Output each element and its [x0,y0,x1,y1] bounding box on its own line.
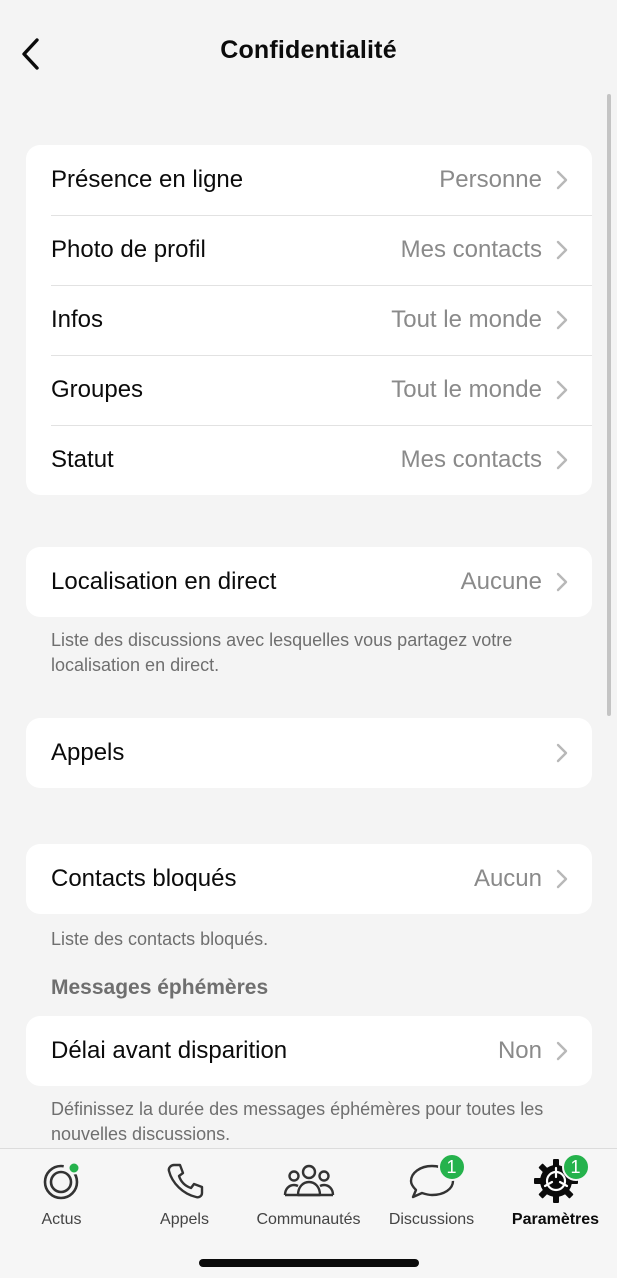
chevron-right-icon [556,310,568,330]
row-about[interactable]: Infos Tout le monde [26,285,592,355]
nav-header: Confidentialité [0,0,617,108]
row-label: Présence en ligne [51,166,244,193]
row-value: Tout le monde [391,376,542,403]
tab-label: Actus [41,1211,82,1228]
row-value: Tout le monde [391,306,542,333]
row-blocked-contacts[interactable]: Contacts bloqués Aucun [26,844,592,914]
settings-badge: 1 [561,1153,590,1181]
tab-label: Discussions [388,1211,475,1228]
row-label: Contacts bloqués [51,865,237,892]
blocked-contacts-card: Contacts bloqués Aucun [26,844,592,914]
row-label: Infos [51,306,104,333]
tab-chats[interactable]: 1 Discussions [370,1153,493,1237]
row-label: Appels [51,739,125,766]
chevron-right-icon [556,170,568,190]
disappearing-footnote: Définissez la durée des messages éphémèr… [51,1099,544,1144]
row-value: Aucun [473,865,542,892]
row-last-seen[interactable]: Présence en ligne Personne [26,145,592,215]
row-groups[interactable]: Groupes Tout le monde [26,355,592,425]
tab-calls[interactable]: Appels [123,1157,246,1237]
section-title-disappearing: Messages éphémères [51,976,269,999]
status-icon [34,1157,90,1205]
row-profile-photo[interactable]: Photo de profil Mes contacts [26,215,592,285]
chats-badge: 1 [437,1153,466,1181]
row-label: Photo de profil [51,236,206,263]
tab-label: Paramètres [511,1211,600,1228]
disappearing-card: Délai avant disparition Non [26,1016,592,1086]
chevron-right-icon [556,380,568,400]
row-value: Mes contacts [400,446,542,473]
visibility-settings-card: Présence en ligne Personne Photo de prof… [26,145,592,495]
chevron-right-icon [556,450,568,470]
row-disappearing-timer[interactable]: Délai avant disparition Non [26,1016,592,1086]
row-value: Aucune [460,568,542,595]
settings-icon: 1 [528,1153,590,1205]
chevron-right-icon [556,869,568,889]
tab-settings[interactable]: 1 Paramètres [494,1153,617,1237]
live-location-footnote: Liste des discussions avec lesquelles vo… [51,630,513,675]
calls-card: Appels [26,718,592,788]
row-value: Mes contacts [400,236,542,263]
row-status[interactable]: Statut Mes contacts [26,425,592,495]
live-location-card: Localisation en direct Aucune [26,547,592,617]
chevron-right-icon [556,1041,568,1061]
row-calls[interactable]: Appels [26,718,592,788]
row-label: Localisation en direct [51,568,277,595]
home-indicator[interactable] [199,1259,419,1267]
tab-label: Communautés [256,1211,361,1228]
blocked-contacts-footnote: Liste des contacts bloqués. [51,929,269,949]
chats-icon: 1 [404,1153,466,1205]
row-value: Non [497,1037,542,1064]
privacy-screen: Confidentialité Présence en ligne Person… [0,0,617,1278]
row-label: Statut [51,446,114,473]
page-title: Confidentialité [220,36,397,64]
chevron-right-icon [556,572,568,592]
row-label: Délai avant disparition [51,1037,288,1064]
tab-label: Appels [160,1211,209,1228]
row-value: Personne [439,166,542,193]
phone-icon [157,1157,213,1205]
tab-updates[interactable]: Actus [0,1157,123,1237]
scrollbar[interactable] [607,94,611,716]
row-label: Groupes [51,376,144,403]
communities-icon [281,1157,337,1205]
chevron-right-icon [556,240,568,260]
tab-communities[interactable]: Communautés [247,1157,370,1237]
row-live-location[interactable]: Localisation en direct Aucune [26,547,592,617]
chevron-right-icon [556,743,568,763]
